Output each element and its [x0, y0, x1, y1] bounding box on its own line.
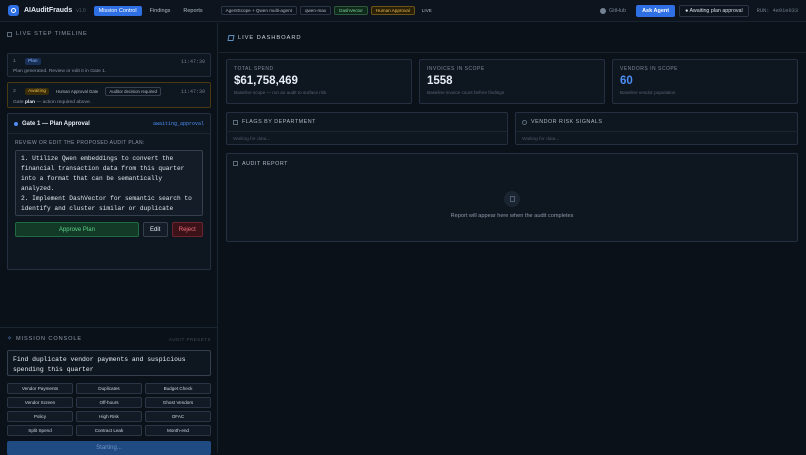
dashboard-title: LIVE DASHBOARD — [238, 34, 302, 41]
preset-ofac[interactable]: OFAC — [145, 411, 211, 422]
preset-split-spend[interactable]: Split Spend — [7, 425, 73, 436]
dashboard-header: LIVE DASHBOARD — [219, 23, 806, 53]
timeline-title: LIVE STEP TIMELINE — [16, 31, 88, 37]
gate-dot-icon — [14, 121, 18, 126]
kpi-label: INVOICES IN SCOPE — [427, 66, 485, 72]
flags-by-department-panel: FLAGS BY DEPARTMENT Waiting for data... — [226, 112, 508, 145]
timeline-step-1[interactable]: 1 Plan 11:47:30 Plan generated. Review o… — [7, 53, 211, 77]
edit-plan-button[interactable]: Edit — [142, 222, 168, 237]
vendor-risk-signals-panel: VENDOR RISK SIGNALS Waiting for data... — [515, 112, 798, 145]
step-text: Gate plan — action required above. — [13, 100, 92, 105]
step-number: 1 — [13, 59, 16, 64]
app-version: v1.0 — [76, 7, 86, 14]
timeline-header: LIVE STEP TIMELINE — [0, 23, 217, 45]
kpi-value: $61,758,469 — [234, 75, 298, 87]
kpi-sub: Baseline vendor population — [620, 90, 676, 95]
kpi-total-spend: TOTAL SPEND $61,758,469 Baseline scope —… — [226, 59, 412, 104]
report-empty-state: Report will appear here when the audit c… — [227, 191, 797, 219]
step-time: 11:47:30 — [180, 58, 205, 65]
preset-vendor-screen[interactable]: Vendor Screen — [7, 397, 73, 408]
kpi-sub: Baseline scope — run an audit to surface… — [234, 90, 327, 95]
plan-approval-panel: Gate 1 — Plan Approval awaiting_approval… — [7, 113, 211, 270]
dashboard-icon — [227, 34, 235, 41]
app-logo-icon — [8, 5, 19, 16]
timeline-step-2[interactable]: 2 Awaiting Human Approval Gate Auditor d… — [7, 82, 211, 108]
run-id: RUN: 4e91e033 — [756, 7, 798, 14]
preset-duplicates[interactable]: Duplicates — [76, 383, 142, 394]
flags-title: FLAGS BY DEPARTMENT — [242, 119, 316, 125]
presets-label: AUDIT PRESETS — [168, 336, 211, 342]
kpi-vendors: VENDORS IN SCOPE 60 Baseline vendor popu… — [612, 59, 798, 104]
nav-mission-control[interactable]: Mission Control — [93, 5, 142, 16]
app-brand: AIAuditFrauds — [24, 7, 73, 14]
preset-vendor-payments[interactable]: Vendor Payments — [7, 383, 73, 394]
signals-waiting: Waiting for data... — [522, 137, 560, 142]
mission-prompt-input[interactable]: Find duplicate vendor payments and suspi… — [7, 350, 211, 376]
preset-grid: Vendor Payments Duplicates Budget Check … — [7, 383, 211, 436]
awaiting-status-badge: ● Awaiting plan approval — [679, 4, 749, 17]
signals-title: VENDOR RISK SIGNALS — [531, 119, 603, 125]
preset-policy[interactable]: Policy — [7, 411, 73, 422]
pill-human-approval: Human Approval — [370, 6, 415, 15]
kpi-label: TOTAL SPEND — [234, 66, 274, 72]
step-text: Plan generated. Review or edit it in Gat… — [13, 69, 107, 74]
top-bar: AIAuditFrauds v1.0 Mission Control Findi… — [0, 0, 806, 22]
flags-icon — [233, 119, 238, 125]
reject-plan-button[interactable]: Reject — [171, 222, 203, 237]
github-icon — [599, 7, 606, 14]
report-icon — [233, 161, 238, 166]
approval-title: Gate 1 — Plan Approval — [22, 120, 90, 127]
preset-off-hours[interactable]: Off-hours — [76, 397, 142, 408]
pill-model: qwen-max — [299, 6, 332, 15]
kpi-invoices: INVOICES IN SCOPE 1558 Baseline invoice … — [419, 59, 605, 104]
signals-header: VENDOR RISK SIGNALS — [516, 113, 797, 132]
document-icon — [504, 191, 520, 207]
plan-textarea[interactable]: 1. Utilize Qwen embeddings to convert th… — [15, 150, 203, 216]
live-dashboard: LIVE DASHBOARD TOTAL SPEND $61,758,469 B… — [219, 23, 806, 453]
step-tag-awaiting: Awaiting — [25, 88, 50, 95]
ask-agent-button[interactable]: Ask Agent — [636, 4, 676, 17]
report-header: AUDIT REPORT — [227, 154, 797, 173]
step-number: 2 — [13, 89, 16, 94]
nav-findings[interactable]: Findings — [145, 6, 176, 16]
preset-ghost-vendors[interactable]: Ghost Vendors — [145, 397, 211, 408]
console-title: MISSION CONSOLE — [16, 336, 83, 342]
preset-contract-leak[interactable]: Contract Leak — [76, 425, 142, 436]
pill-dashvector: DashVector — [334, 6, 368, 15]
console-icon: ✧ — [7, 335, 13, 342]
preset-budget-check[interactable]: Budget Check — [145, 383, 211, 394]
pill-live: LIVE — [421, 8, 432, 13]
step-gate-label: Human Approval Gate — [56, 89, 99, 94]
github-label: GitHub — [608, 7, 627, 14]
shield-icon — [522, 119, 527, 125]
timeline-icon — [7, 31, 12, 37]
left-column: LIVE STEP TIMELINE 1 Plan 11:47:30 Plan … — [0, 23, 218, 455]
github-link[interactable]: GitHub — [599, 7, 627, 14]
plan-label: REVIEW OR EDIT THE PROPOSED AUDIT PLAN: — [15, 140, 145, 146]
flags-waiting: Waiting for data... — [233, 137, 271, 142]
console-header: ✧ MISSION CONSOLE AUDIT PRESETS — [0, 328, 218, 350]
flags-header: FLAGS BY DEPARTMENT — [227, 113, 507, 132]
kpi-sub: Baseline invoice count before findings — [427, 90, 505, 95]
pill-agentscope: AgentScope + Qwen multi-agent — [220, 6, 297, 15]
approval-status: awaiting_approval — [152, 120, 204, 127]
step-time: 11:47:30 — [180, 88, 205, 95]
step-tag-plan: Plan — [25, 58, 41, 65]
preset-high-risk[interactable]: High Risk — [76, 411, 142, 422]
nav-reports[interactable]: Reports — [178, 6, 207, 16]
preset-month-end[interactable]: Month-end — [145, 425, 211, 436]
report-empty-message: Report will appear here when the audit c… — [450, 213, 574, 219]
kpi-value: 60 — [620, 75, 633, 87]
kpi-label: VENDORS IN SCOPE — [620, 66, 679, 72]
kpi-value: 1558 — [427, 75, 453, 87]
approval-header: Gate 1 — Plan Approval awaiting_approval — [8, 114, 210, 134]
approve-plan-button[interactable]: Approve Plan — [15, 222, 139, 237]
report-title: AUDIT REPORT — [242, 160, 288, 167]
step-decision-badge: Auditor decision required — [105, 87, 161, 96]
mission-console: ✧ MISSION CONSOLE AUDIT PRESETS Find dup… — [0, 327, 218, 455]
audit-report-panel: AUDIT REPORT Report will appear here whe… — [226, 153, 798, 242]
